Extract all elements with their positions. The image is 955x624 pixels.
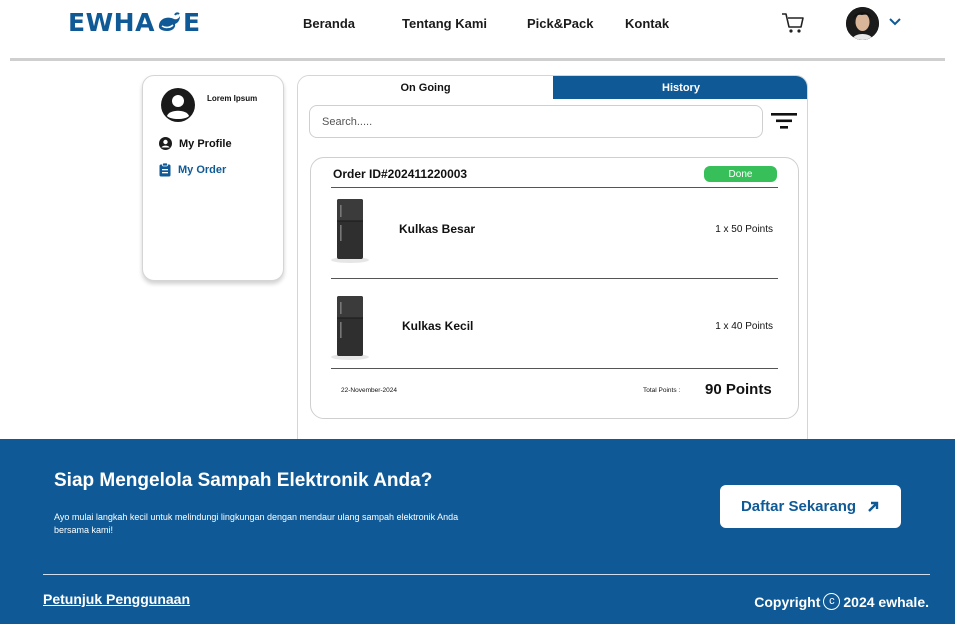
whale-logo-icon [158, 11, 180, 31]
nav-beranda[interactable]: Beranda [303, 16, 355, 31]
item-name: Kulkas Kecil [402, 319, 474, 333]
sidebar-item-label: My Order [178, 164, 227, 176]
top-header: EWHA E Beranda Tentang Kami Pick&Pack Ko… [0, 0, 955, 58]
divider [331, 187, 778, 188]
status-badge: Done [704, 166, 777, 182]
cart-icon[interactable] [781, 12, 805, 34]
copyright: Copyright c 2024 ewhale. [754, 593, 929, 610]
profile-sidebar: Lorem Ipsum My Profile My Order [142, 75, 284, 281]
user-avatar[interactable] [846, 7, 879, 40]
item-name: Kulkas Besar [399, 222, 476, 236]
tab-on-going[interactable]: On Going [298, 76, 553, 99]
order-card[interactable]: Order ID#202411220003 Done Kulkas Besar … [310, 157, 799, 419]
copyright-suffix: 2024 ewhale. [843, 593, 929, 610]
nav-tentang-kami[interactable]: Tentang Kami [402, 16, 487, 31]
filter-icon[interactable] [771, 112, 797, 130]
footer-cta: Siap Mengelola Sampah Elektronik Anda? A… [0, 439, 955, 624]
nav-pick-pack[interactable]: Pick&Pack [527, 16, 594, 31]
nav-kontak[interactable]: Kontak [625, 16, 669, 31]
item-quantity: 1 x 40 Points [715, 321, 773, 332]
chevron-down-icon[interactable] [888, 17, 902, 27]
footer-title: Siap Mengelola Sampah Elektronik Anda? [54, 470, 433, 491]
fridge-large-image [331, 199, 369, 263]
register-button-label: Daftar Sekarang [740, 498, 857, 515]
orders-panel: On Going History Order ID#202411220003 D… [297, 75, 808, 445]
order-tabs: On Going History [298, 76, 807, 99]
fridge-small-image [331, 296, 369, 360]
footer-description: Ayo mulai langkah kecil untuk melindungi… [54, 512, 459, 535]
order-date: 22-November-2024 [341, 387, 398, 394]
logo-text-left: EWHA [68, 8, 155, 37]
divider [331, 368, 778, 369]
divider [331, 278, 778, 279]
copyright-prefix: Copyright [754, 593, 821, 610]
copyright-icon: c [823, 593, 841, 610]
sidebar-item-my-order[interactable]: My Order [159, 163, 226, 177]
user-avatar-icon [161, 88, 195, 122]
sidebar-item-my-profile[interactable]: My Profile [159, 137, 232, 150]
profile-name: Lorem Ipsum [207, 94, 258, 103]
usage-guide-link[interactable]: Petunjuk Penggunaan [43, 591, 190, 607]
ewhale-logo[interactable]: EWHA E [68, 8, 201, 37]
total-points-label: Total Points : [643, 387, 681, 394]
total-points-value: 90 Points [705, 381, 772, 398]
user-circle-icon [159, 137, 172, 150]
register-button[interactable]: Daftar Sekarang [720, 485, 901, 528]
footer-divider [43, 574, 930, 575]
item-quantity: 1 x 50 Points [715, 224, 773, 235]
avatar-photo-icon [846, 7, 879, 40]
header-divider [10, 58, 945, 61]
tab-history[interactable]: History [553, 76, 807, 99]
sidebar-item-label: My Profile [179, 137, 232, 150]
search-input[interactable] [309, 105, 763, 138]
arrow-up-right-icon [868, 501, 879, 512]
logo-text-right: E [182, 8, 201, 37]
order-id: Order ID#202411220003 [333, 167, 468, 181]
clipboard-icon [159, 163, 171, 177]
